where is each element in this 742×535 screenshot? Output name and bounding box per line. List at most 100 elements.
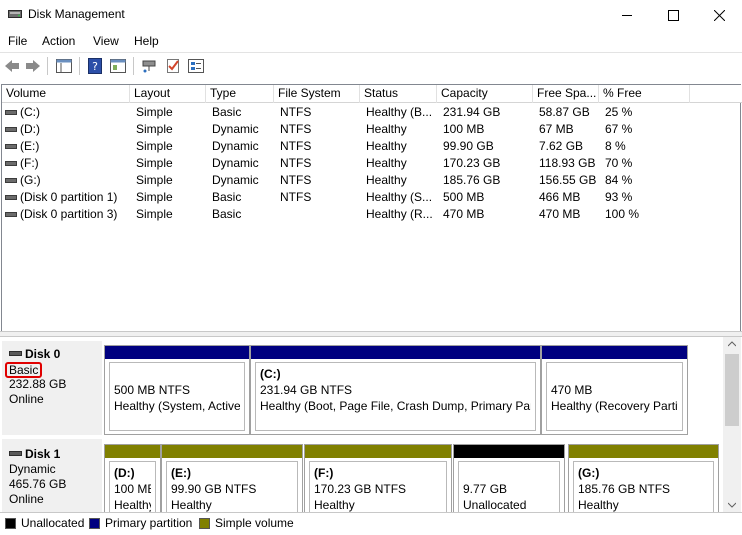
scrollbar-thumb[interactable] (725, 354, 739, 426)
table-cell: 156.55 GB (539, 173, 597, 187)
partition-color-bar (454, 445, 564, 458)
partition-color-bar (251, 346, 540, 359)
table-cell: 93 % (605, 190, 633, 204)
disk-0-status: Online (9, 392, 44, 406)
volume-list[interactable]: Volume Layout Type File System Status Ca… (1, 84, 742, 332)
table-row[interactable]: (E:) Simple Dynamic NTFS Healthy 99.90 GB 7.62… (2, 138, 742, 155)
column-header-volume[interactable]: Volume (2, 85, 130, 103)
partition-details: (E:) 99.90 GB NTFS Healthy (166, 461, 298, 512)
scroll-up-icon[interactable] (728, 341, 736, 347)
maximize-icon (667, 9, 679, 21)
back-button[interactable] (3, 57, 21, 75)
settings-list-button[interactable] (187, 57, 205, 75)
partition-label (551, 366, 678, 382)
disk-0-partition[interactable]: (C:) 231.94 GB NTFS Healthy (Boot, Page Fi… (250, 345, 541, 435)
table-cell: (E:) (20, 139, 40, 153)
toolbar-separator (79, 57, 80, 75)
column-header-type[interactable]: Type (206, 85, 274, 103)
check-button[interactable] (164, 57, 182, 75)
disk-1-size: 465.76 GB (9, 477, 67, 491)
partition-label: (E:) (171, 466, 191, 480)
column-header-file-system[interactable]: File System (274, 85, 360, 103)
table-cell: 99.90 GB (443, 139, 494, 153)
menu-view[interactable]: View (93, 34, 119, 48)
partition-color-bar (305, 445, 451, 458)
disk-0-partition[interactable]: 500 MB NTFS Healthy (System, Active, (104, 345, 250, 435)
partition-status: Healthy (Recovery Partiti (551, 399, 678, 413)
column-header-free-space[interactable]: Free Spa... (533, 85, 599, 103)
table-row[interactable]: (C:) Simple Basic NTFS Healthy (B... 231.94 G… (2, 104, 742, 121)
column-header-layout[interactable]: Layout (130, 85, 206, 103)
connect-button[interactable] (140, 57, 158, 75)
minimize-button[interactable] (604, 0, 650, 30)
disk-graphical-view: Disk 0 Basic 232.88 GB Online 500 MB NTF… (1, 337, 723, 512)
table-cell: Healthy (366, 122, 407, 136)
disk-1-partition[interactable]: (G:) 185.76 GB NTFS Healthy (568, 444, 719, 512)
svg-text:?: ? (92, 60, 98, 73)
maximize-button[interactable] (650, 0, 696, 30)
table-cell: Dynamic (212, 173, 259, 187)
partition-label (463, 465, 555, 481)
close-button[interactable] (696, 0, 742, 30)
close-icon (713, 9, 725, 21)
table-cell: (C:) (20, 105, 40, 119)
table-cell: 100 MB (443, 122, 485, 136)
table-cell: 470 MB (539, 207, 581, 221)
partition-status: Unallocated (463, 498, 527, 512)
volume-list-header: Volume Layout Type File System Status Ca… (2, 85, 742, 103)
partition-label (114, 366, 240, 382)
table-cell: 100 % (605, 207, 640, 221)
console-tree-icon (56, 59, 72, 73)
disk-0-partition[interactable]: 470 MB Healthy (Recovery Partiti (541, 345, 688, 435)
partition-size: 170.23 GB NTFS (314, 482, 407, 496)
table-row[interactable]: (G:) Simple Dynamic NTFS Healthy 185.76 GB 156… (2, 172, 742, 189)
help-book-icon: ? (88, 58, 102, 74)
volume-icon (5, 144, 17, 149)
partition-details: (C:) 231.94 GB NTFS Healthy (Boot, Page Fi… (255, 362, 536, 431)
disk-1-partition[interactable]: (F:) 170.23 GB NTFS Healthy (304, 444, 452, 512)
table-row[interactable]: (F:) Simple Dynamic NTFS Healthy 170.23 GB 118… (2, 155, 742, 172)
partition-label: (D:) (114, 466, 135, 480)
column-header-percent-free[interactable]: % Free (599, 85, 690, 103)
column-header-capacity[interactable]: Capacity (437, 85, 533, 103)
volume-icon (5, 178, 17, 183)
partition-label: (F:) (314, 466, 334, 480)
show-hide-console-tree-button[interactable] (55, 57, 73, 75)
table-row[interactable]: (D:) Simple Dynamic NTFS Healthy 100 MB 67 MB 6… (2, 121, 742, 138)
partition-size: 500 MB NTFS (114, 383, 191, 397)
menu-action[interactable]: Action (42, 34, 75, 48)
graphical-view-scrollbar[interactable] (723, 337, 741, 512)
forward-button[interactable] (24, 57, 42, 75)
partition-size: 99.90 GB NTFS (171, 482, 257, 496)
legend-label-simple: Simple volume (215, 516, 294, 530)
disk-1-partition[interactable]: (E:) 99.90 GB NTFS Healthy (161, 444, 303, 512)
disk-1-info[interactable]: Disk 1 Dynamic 465.76 GB Online (2, 439, 102, 512)
menu-help[interactable]: Help (134, 34, 159, 48)
disk-1-type: Dynamic (9, 462, 56, 476)
disk-0-info[interactable]: Disk 0 Basic 232.88 GB Online (2, 341, 102, 435)
menu-file[interactable]: File (8, 34, 27, 48)
toolbar: ? (0, 52, 742, 78)
partition-details: 9.77 GB Unallocated (458, 461, 560, 512)
column-header-status[interactable]: Status (360, 85, 437, 103)
properties-button[interactable] (109, 57, 127, 75)
table-cell: Healthy (366, 173, 407, 187)
partition-color-bar (105, 445, 160, 458)
checklist-icon (167, 59, 179, 73)
table-cell: Simple (136, 173, 173, 187)
table-row[interactable]: (Disk 0 partition 3) Simple Basic Healthy (… (2, 206, 742, 223)
disk-1-partition[interactable]: 9.77 GB Unallocated (453, 444, 565, 512)
table-row[interactable]: (Disk 0 partition 1) Simple Basic NTFS Healt… (2, 189, 742, 206)
table-cell: 84 % (605, 173, 633, 187)
table-cell: Simple (136, 105, 173, 119)
table-cell: Basic (212, 190, 242, 204)
menu-bar: File Action View Help (0, 30, 742, 52)
help-button[interactable]: ? (86, 57, 104, 75)
table-cell: (D:) (20, 122, 40, 136)
table-cell: 231.94 GB (443, 105, 501, 119)
partition-details: (G:) 185.76 GB NTFS Healthy (573, 461, 714, 512)
disk-1-partition[interactable]: (D:) 100 MB Healthy (104, 444, 161, 512)
scroll-down-icon[interactable] (728, 502, 736, 508)
table-cell: (Disk 0 partition 3) (20, 207, 118, 221)
window-title: Disk Management (28, 7, 125, 21)
